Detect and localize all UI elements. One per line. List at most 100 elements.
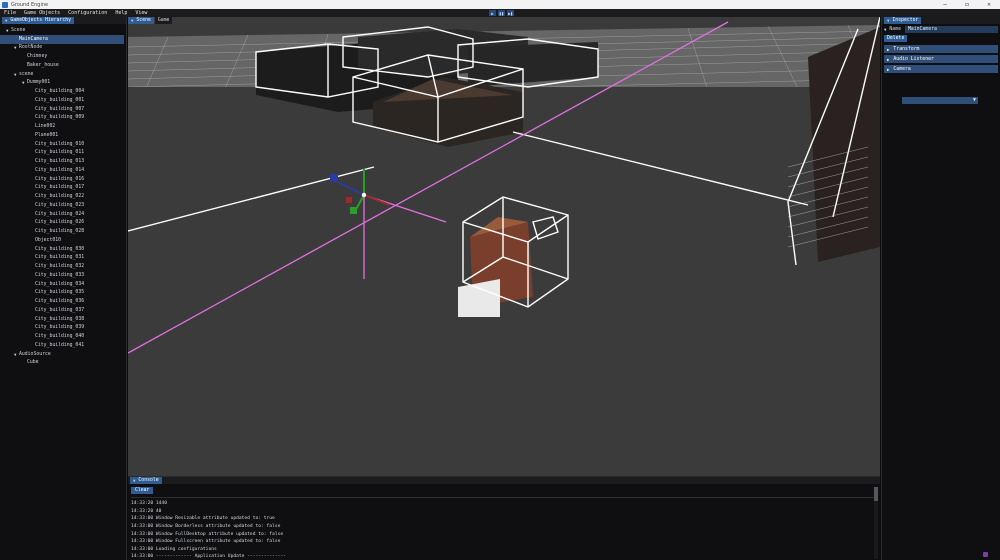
add-component-select[interactable]: ▼ — [902, 97, 978, 104]
tree-node[interactable]: City_building_014 — [0, 166, 126, 175]
tree-node[interactable]: City_building_040 — [0, 332, 126, 341]
tree-node-label: Object010 — [35, 237, 61, 243]
tree-node[interactable]: City_building_026 — [0, 219, 126, 228]
component-transform-label: Transform — [893, 46, 920, 52]
console-line: 14:33:00 Window FullDesktop attribute up… — [131, 531, 284, 537]
tree-node[interactable]: Cube — [0, 359, 126, 368]
console-line: 14:33:00 Window Borderless attribute upd… — [131, 524, 281, 530]
hierarchy-tree: ▼ Scene MainCamera ▼ RootNode Chimney Baker_ho… — [0, 24, 126, 367]
expand-triangle-icon: ▶ — [887, 66, 890, 72]
menu-file[interactable]: File — [0, 10, 20, 16]
minimize-button[interactable]: — — [934, 0, 956, 9]
console-scrollbar-thumb[interactable] — [874, 487, 878, 501]
delete-button[interactable]: Delete — [884, 35, 908, 42]
tree-node-label: Scene — [11, 27, 26, 33]
scene-render[interactable] — [128, 17, 880, 476]
tree-node[interactable]: City_building_023 — [0, 201, 126, 210]
play-button[interactable]: ▶ — [489, 10, 496, 16]
menu-game-objects[interactable]: Game Objects — [20, 10, 64, 16]
tree-node[interactable]: ▼ scene — [0, 70, 126, 79]
console-line: 14:33:20 1440 — [131, 501, 167, 507]
tab-game[interactable]: Game — [154, 17, 173, 24]
tree-node[interactable]: City_building_016 — [0, 175, 126, 184]
tree-node[interactable]: City_building_028 — [0, 227, 126, 236]
tab-scene-label: Scene — [136, 18, 151, 23]
tree-node[interactable]: City_building_007 — [0, 105, 126, 114]
collapse-triangle-icon[interactable]: ▼ — [131, 18, 133, 23]
tree-node[interactable]: ▼ Scene — [0, 26, 126, 35]
tree-node[interactable]: City_building_013 — [0, 157, 126, 166]
gizmo-z-handle[interactable] — [330, 174, 338, 182]
tree-node[interactable]: Line002 — [0, 122, 126, 131]
tree-node[interactable]: City_building_035 — [0, 289, 126, 298]
gizmo-center[interactable] — [361, 192, 367, 198]
component-transform[interactable]: ▶ Transform — [884, 45, 998, 53]
tree-node[interactable]: City_building_032 — [0, 262, 126, 271]
tree-node[interactable]: Chimney — [0, 52, 126, 61]
component-camera[interactable]: ▶ Camera — [884, 65, 998, 73]
tree-node[interactable]: City_building_031 — [0, 254, 126, 263]
tab-scene[interactable]: ▼ Scene — [128, 17, 154, 24]
tree-node[interactable]: City_building_033 — [0, 271, 126, 280]
tab-console[interactable]: ▼ Console — [130, 477, 162, 484]
tab-inspector[interactable]: ▼ Inspector — [884, 17, 922, 24]
collapse-triangle-icon[interactable]: ▼ — [5, 18, 7, 23]
close-button[interactable]: ✕ — [978, 0, 1000, 9]
tree-node[interactable]: Object010 — [0, 236, 126, 245]
tree-node[interactable]: City_building_001 — [0, 96, 126, 105]
gizmo-y-handle[interactable] — [350, 207, 357, 214]
tree-node-label: City_building_032 — [35, 264, 85, 270]
menu-help[interactable]: Help — [111, 10, 131, 16]
tree-node-label: City_building_022 — [35, 194, 85, 200]
tree-node-label: Line002 — [35, 124, 56, 130]
console-line: 14:33:00 Window Resizable attribute upda… — [131, 516, 275, 522]
name-input[interactable]: MainCamera — [904, 25, 998, 33]
tree-node[interactable]: MainCamera — [0, 34, 124, 44]
tree-node[interactable]: Baker_house — [0, 61, 126, 70]
tree-node[interactable]: City_building_039 — [0, 324, 126, 333]
tab-hierarchy-label: GameObjects Hierarchy — [10, 18, 72, 23]
console-panel: ▼ Console Clear 14:33:20 1440 14:33:20 40… — [128, 476, 880, 560]
collapse-triangle-icon[interactable]: ▼ — [133, 478, 135, 483]
scene-viewport[interactable]: ▼ Scene Game — [128, 17, 880, 476]
tree-node[interactable]: City_building_024 — [0, 210, 126, 219]
tree-node[interactable]: City_building_010 — [0, 140, 126, 149]
resize-grip-icon[interactable] — [983, 552, 988, 557]
tree-node-label: City_building_024 — [35, 211, 85, 217]
component-audio-listener[interactable]: ▶ Audio Listener — [884, 55, 998, 63]
tree-node[interactable]: City_building_030 — [0, 245, 126, 254]
tree-node[interactable]: City_building_038 — [0, 315, 126, 324]
tree-node[interactable]: City_building_011 — [0, 149, 126, 158]
tree-node[interactable]: City_building_036 — [0, 297, 126, 306]
tree-node[interactable]: City_building_009 — [0, 114, 126, 123]
tree-node[interactable]: ▼ RootNode — [0, 44, 126, 53]
tree-node-label: City_building_033 — [35, 272, 85, 278]
tree-node[interactable]: Plane001 — [0, 131, 126, 140]
tree-node[interactable]: City_building_017 — [0, 184, 126, 193]
tree-node-label: City_building_016 — [35, 176, 85, 182]
tree-node-label: City_building_030 — [35, 246, 85, 252]
tree-node-label: City_building_004 — [35, 89, 85, 95]
tree-node[interactable]: ▼ Dummy001 — [0, 79, 126, 88]
tab-hierarchy[interactable]: ▼ GameObjects Hierarchy — [2, 17, 75, 24]
maximize-button[interactable]: ◻ — [956, 0, 978, 9]
chevron-down-icon: ▼ — [972, 97, 976, 103]
pause-button[interactable]: ❚❚ — [498, 10, 505, 16]
tree-node-label: AudioSource — [19, 351, 51, 357]
tree-node[interactable]: City_building_041 — [0, 341, 126, 350]
tree-node[interactable]: City_building_004 — [0, 87, 126, 96]
checkbox-triangle-icon[interactable]: ▼ — [884, 27, 886, 32]
menu-view[interactable]: View — [131, 10, 151, 16]
tree-node[interactable]: City_building_022 — [0, 192, 126, 201]
tree-node[interactable]: ▼ AudioSource — [0, 350, 126, 359]
tree-node[interactable]: City_building_034 — [0, 280, 126, 289]
step-button[interactable]: ▶❚ — [507, 10, 514, 16]
tree-node[interactable]: City_building_037 — [0, 306, 126, 315]
gizmo-x-handle[interactable] — [346, 197, 352, 203]
console-scrollbar[interactable] — [874, 487, 878, 559]
menu-configuration[interactable]: Configuration — [64, 10, 111, 16]
collapse-triangle-icon[interactable]: ▼ — [887, 18, 889, 23]
clear-button[interactable]: Clear — [131, 487, 154, 494]
tree-node-label: RootNode — [19, 45, 43, 51]
hierarchy-panel: ▼ GameObjects Hierarchy ▼ Scene MainCamera… — [0, 17, 127, 560]
